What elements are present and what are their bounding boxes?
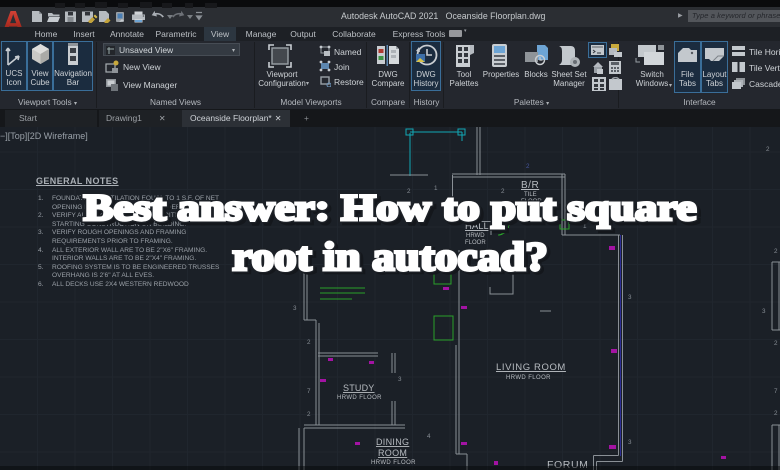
svg-text:2: 2	[526, 163, 530, 170]
svg-text:2: 2	[307, 411, 311, 418]
svg-text:STUDY: STUDY	[343, 383, 375, 393]
svg-text:3: 3	[762, 308, 766, 315]
svg-text:7: 7	[307, 388, 311, 395]
svg-text:HRWD FLOOR: HRWD FLOOR	[506, 375, 551, 381]
svg-text:LIVING ROOM: LIVING ROOM	[496, 362, 566, 373]
svg-text:3: 3	[398, 376, 402, 383]
svg-text:2: 2	[774, 410, 778, 417]
svg-text:2: 2	[766, 146, 770, 153]
svg-text:3: 3	[293, 305, 297, 312]
svg-text:7: 7	[774, 388, 778, 395]
svg-text:ROOM: ROOM	[378, 448, 407, 458]
svg-text:2: 2	[307, 339, 311, 346]
svg-text:HRWD FLOOR: HRWD FLOOR	[337, 395, 382, 401]
svg-text:3: 3	[628, 439, 632, 446]
svg-text:4: 4	[427, 433, 431, 440]
svg-text:DINING: DINING	[376, 437, 409, 447]
svg-text:2: 2	[774, 340, 778, 347]
svg-text:3: 3	[628, 294, 632, 301]
